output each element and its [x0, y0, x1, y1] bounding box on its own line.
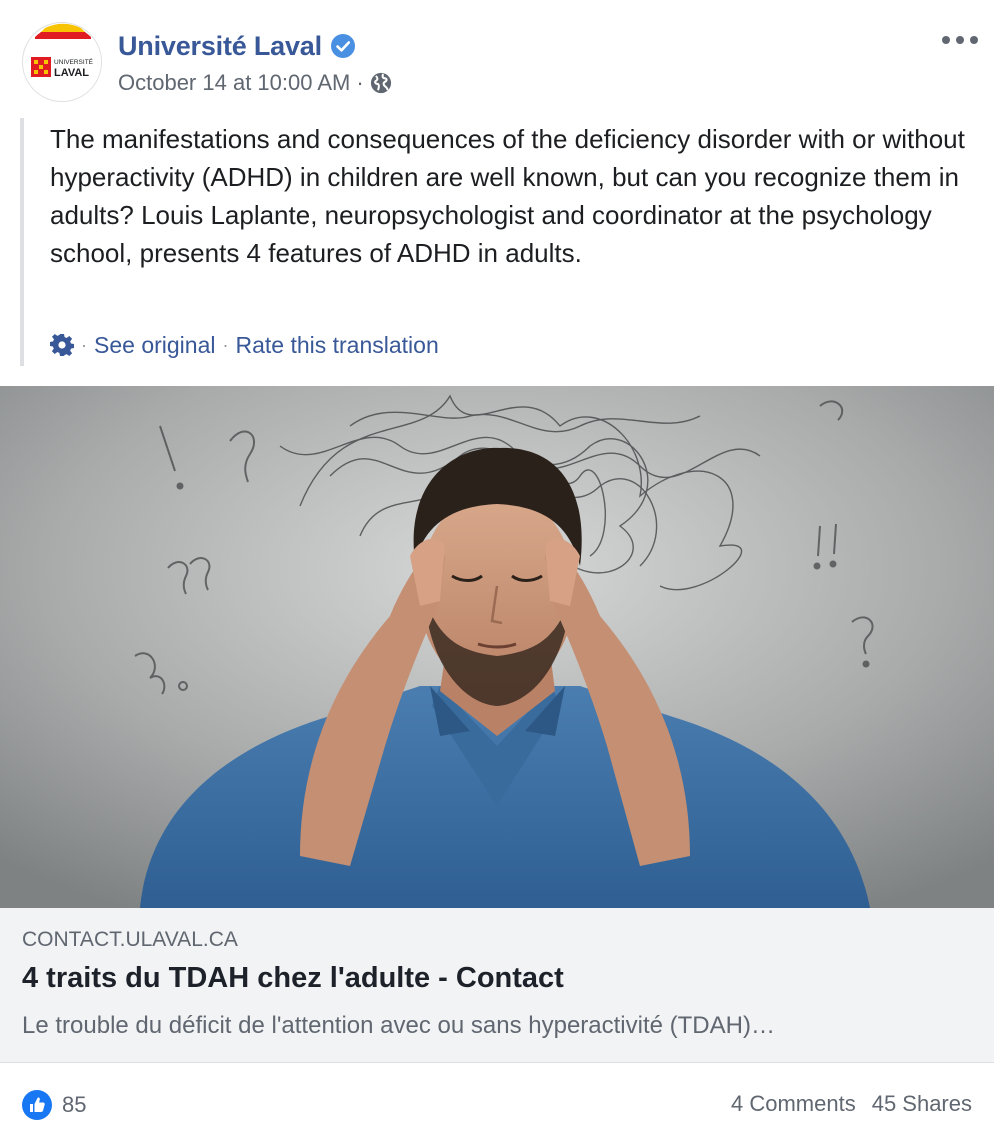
like-count: 85: [62, 1092, 87, 1117]
like-icon: [22, 1090, 52, 1120]
universite-laval-logo: UNIVERSITÉ LAVAL: [23, 23, 101, 101]
post-text: The manifestations and consequences of t…: [50, 124, 965, 268]
page-name-row: Université Laval: [118, 28, 355, 64]
svg-text:UNIVERSITÉ: UNIVERSITÉ: [54, 57, 94, 66]
meta-separator: ·: [356, 70, 364, 95]
post-footer: 85 4 Comments 45 Shares: [0, 1063, 994, 1142]
engagement-counts: 4 Comments 45 Shares: [731, 1091, 972, 1117]
post-timestamp[interactable]: October 14 at 10:00 AM: [118, 70, 350, 96]
post-meta: October 14 at 10:00 AM ·: [118, 68, 392, 98]
rate-translation-link[interactable]: Rate this translation: [235, 332, 438, 359]
verified-badge-icon: [330, 34, 355, 58]
svg-text:LAVAL: LAVAL: [54, 67, 89, 79]
page-avatar[interactable]: UNIVERSITÉ LAVAL: [22, 22, 102, 102]
preview-title[interactable]: 4 traits du TDAH chez l'adulte - Contact: [22, 962, 564, 995]
globe-icon[interactable]: [370, 72, 392, 94]
link-preview[interactable]: CONTACT.ULAVAL.CA 4 traits du TDAH chez …: [0, 908, 994, 1063]
gear-icon[interactable]: [50, 333, 74, 357]
reaction-summary[interactable]: 85: [22, 1090, 86, 1120]
translated-post-block: The manifestations and consequences of t…: [20, 118, 980, 366]
more-options-icon: [970, 36, 978, 44]
post-image[interactable]: [0, 386, 994, 908]
page-name-link[interactable]: Université Laval: [118, 31, 322, 62]
see-original-link[interactable]: See original: [94, 332, 215, 359]
translation-separator: ·: [222, 334, 229, 355]
translation-options: · See original · Rate this translation: [50, 328, 439, 362]
comments-count-link[interactable]: 4 Comments: [731, 1091, 856, 1117]
translation-separator: ·: [81, 334, 87, 355]
more-options-icon: [942, 36, 950, 44]
shares-count-link[interactable]: 45 Shares: [872, 1091, 972, 1117]
stressed-man-photo: [0, 386, 994, 908]
more-options-icon: [956, 36, 964, 44]
facebook-post: UNIVERSITÉ LAVAL Université Laval Octobe…: [0, 0, 994, 1142]
preview-description: Le trouble du déficit de l'attention ave…: [22, 1012, 775, 1039]
more-options-button[interactable]: [942, 28, 978, 52]
preview-domain: CONTACT.ULAVAL.CA: [22, 928, 238, 951]
